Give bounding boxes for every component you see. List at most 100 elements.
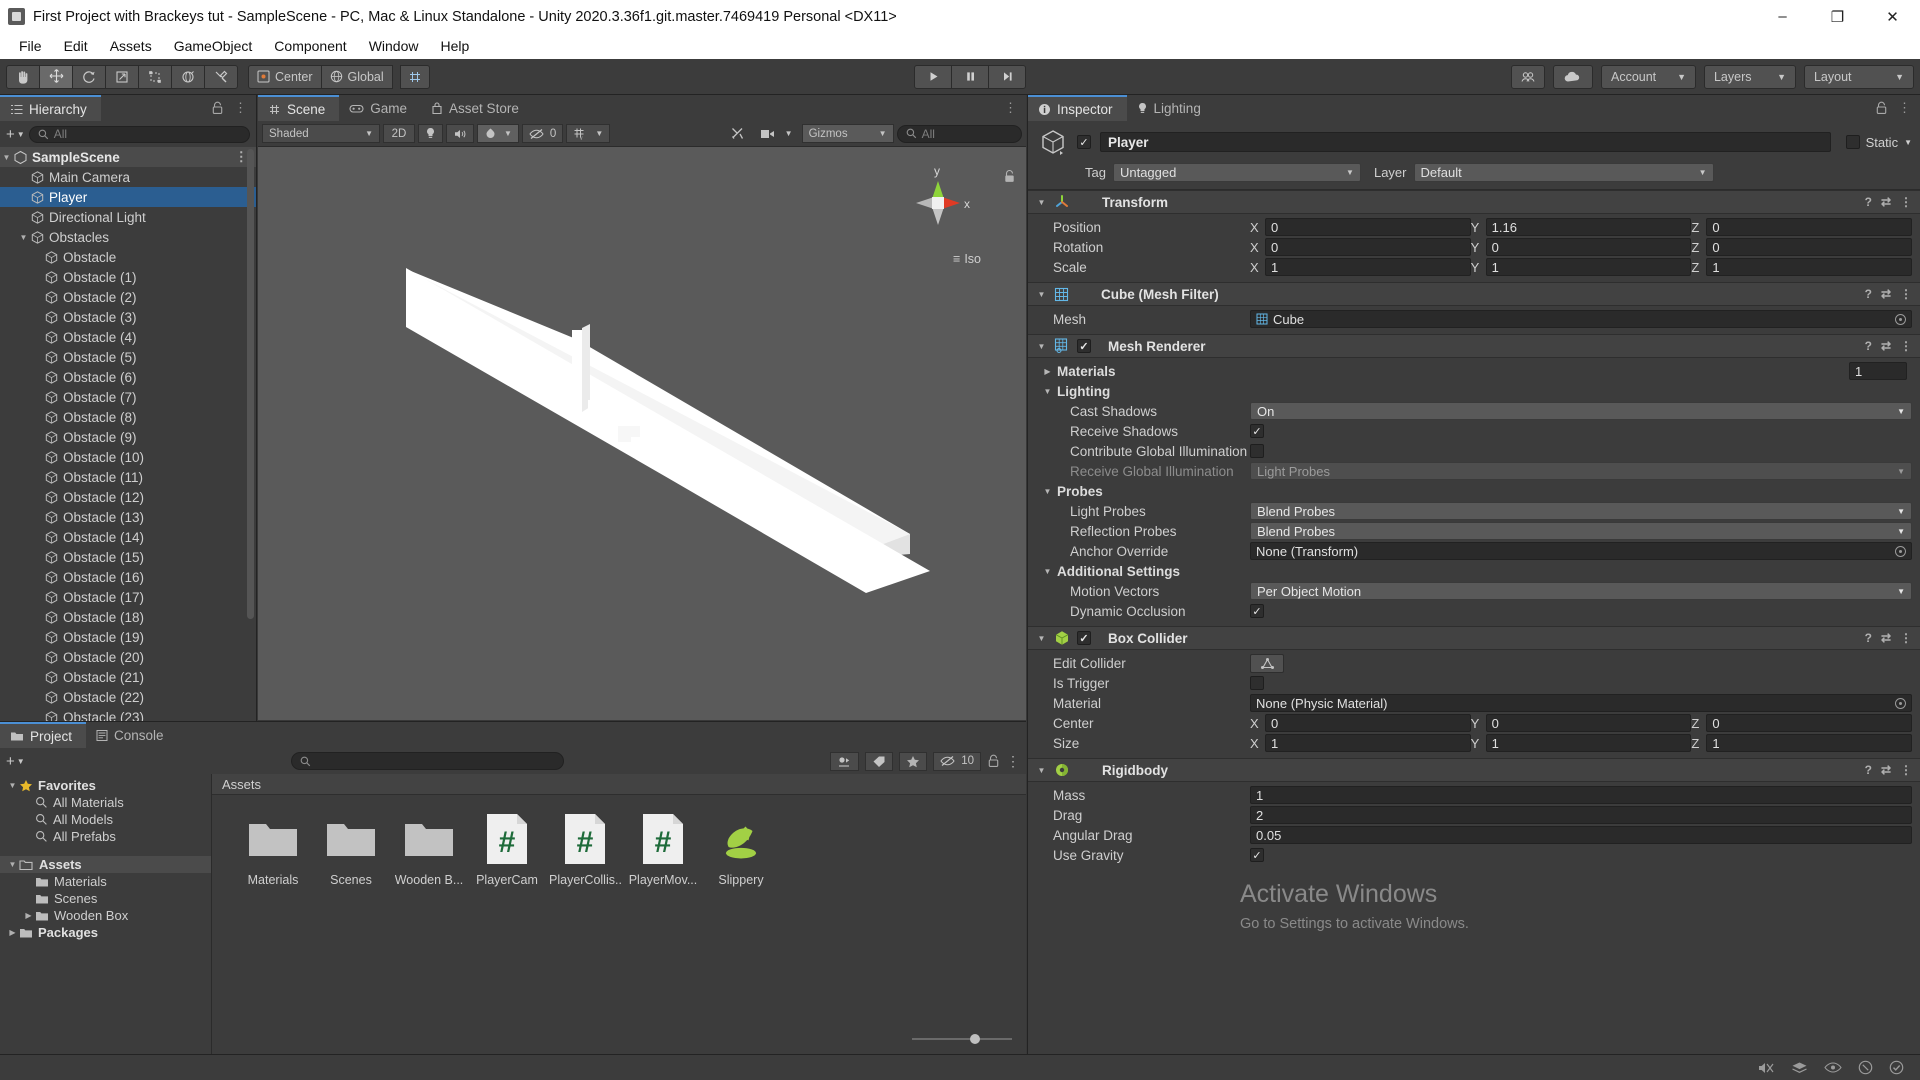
vector3-x-input[interactable]: 1	[1265, 258, 1471, 276]
scene-hidden-objects-icon[interactable]: 0	[522, 124, 563, 143]
hierarchy-item-obstacle-7[interactable]: Obstacle (7)	[0, 387, 256, 407]
project-tree-item-assets[interactable]: ▼Assets	[0, 856, 211, 873]
hierarchy-item-obstacle-21[interactable]: Obstacle (21)	[0, 667, 256, 687]
project-tree-item-favorites[interactable]: ▼Favorites	[0, 777, 211, 794]
motion-vectors-dropdown[interactable]: Per Object Motion▼	[1250, 582, 1912, 600]
minimize-button[interactable]: –	[1755, 0, 1810, 33]
collab-icon[interactable]	[1511, 65, 1545, 89]
hierarchy-item-player[interactable]: Player	[0, 187, 256, 207]
rotate-tool-icon[interactable]	[72, 65, 106, 89]
tab-hierarchy[interactable]: Hierarchy	[0, 95, 101, 121]
scene-audio-icon[interactable]	[446, 124, 474, 143]
component-header-cube-mesh-filter[interactable]: ▼Cube (Mesh Filter)?⇄⋮	[1028, 282, 1920, 306]
vector3-x[interactable]: X0	[1250, 218, 1471, 236]
hierarchy-item-directional-light[interactable]: Directional Light	[0, 207, 256, 227]
help-icon[interactable]: ?	[1865, 339, 1872, 353]
component-enabled-checkbox[interactable]: ✓	[1077, 631, 1091, 645]
project-search-input[interactable]	[291, 752, 564, 770]
chevron-right-icon[interactable]: ▶	[6, 928, 19, 937]
pivot-mode-button[interactable]: Center	[248, 65, 322, 89]
hierarchy-item-obstacle-18[interactable]: Obstacle (18)	[0, 607, 256, 627]
vector3-field[interactable]: X0Y0Z0	[1250, 714, 1912, 732]
mute-audio-icon[interactable]	[1757, 1061, 1775, 1075]
project-tree-item-wooden-box[interactable]: ▶Wooden Box	[0, 907, 211, 924]
tag-dropdown[interactable]: Untagged▼	[1113, 163, 1361, 182]
project-tree-item-materials[interactable]: Materials	[0, 873, 211, 890]
chevron-down-icon[interactable]: ▼	[17, 233, 30, 242]
project-asset-area[interactable]: Assets MaterialsScenesWooden B...#Player…	[212, 774, 1026, 1054]
scale-tool-icon[interactable]	[105, 65, 139, 89]
vector3-field[interactable]: X1Y1Z1	[1250, 734, 1912, 752]
kebab-menu-icon[interactable]: ⋮	[1900, 339, 1912, 353]
kebab-menu-icon[interactable]: ⋮	[1900, 763, 1912, 777]
vector3-field[interactable]: X0Y1.16Z0	[1250, 218, 1912, 236]
hierarchy-item-obstacle-4[interactable]: Obstacle (4)	[0, 327, 256, 347]
hierarchy-item-obstacle-5[interactable]: Obstacle (5)	[0, 347, 256, 367]
menu-item-file[interactable]: File	[8, 33, 53, 59]
hierarchy-item-obstacle-3[interactable]: Obstacle (3)	[0, 307, 256, 327]
kebab-menu-icon[interactable]: ⋮	[234, 100, 247, 116]
kebab-menu-icon[interactable]: ⋮	[1006, 753, 1020, 770]
edit-collider-button[interactable]	[1250, 654, 1284, 673]
asset-item[interactable]: Wooden B...	[390, 811, 468, 887]
materials-count-field[interactable]: 1	[1849, 362, 1907, 380]
tab-lighting[interactable]: Lighting	[1127, 95, 1215, 121]
play-button[interactable]	[914, 65, 952, 89]
component-header-mesh-renderer[interactable]: ▼✓Mesh Renderer?⇄⋮	[1028, 334, 1920, 358]
vector3-z[interactable]: Z0	[1691, 238, 1912, 256]
custom-tool-icon[interactable]	[204, 65, 238, 89]
favorites-icon[interactable]	[899, 752, 927, 771]
object-picker-icon[interactable]	[1895, 314, 1906, 325]
preset-icon[interactable]: ⇄	[1881, 339, 1891, 353]
grid-snap-icon[interactable]	[400, 65, 430, 89]
help-icon[interactable]: ?	[1865, 763, 1872, 777]
vector3-z-input[interactable]: 0	[1706, 238, 1912, 256]
reflection-probes-dropdown[interactable]: Blend Probes▼	[1250, 522, 1912, 540]
step-button[interactable]	[988, 65, 1026, 89]
project-tree-item-all-materials[interactable]: All Materials	[0, 794, 211, 811]
hierarchy-scene-row[interactable]: ▼ SampleScene ⋮	[0, 147, 256, 167]
asset-item[interactable]: #PlayerMov...	[624, 811, 702, 887]
hierarchy-item-obstacle-15[interactable]: Obstacle (15)	[0, 547, 256, 567]
tab-project[interactable]: Project	[0, 722, 86, 748]
gameobject-name-field[interactable]: Player	[1100, 132, 1831, 152]
asset-item[interactable]: Scenes	[312, 811, 390, 887]
hierarchy-item-obstacle-6[interactable]: Obstacle (6)	[0, 367, 256, 387]
vector3-y[interactable]: Y0	[1471, 238, 1692, 256]
tab-scene[interactable]: Scene	[258, 95, 339, 121]
transform-tool-icon[interactable]	[171, 65, 205, 89]
component-header-transform[interactable]: ▼Transform?⇄⋮	[1028, 190, 1920, 214]
menu-item-help[interactable]: Help	[429, 33, 480, 59]
chevron-down-icon[interactable]: ▼	[1042, 567, 1053, 576]
vector3-y-input[interactable]: 0	[1486, 714, 1692, 732]
light-probes-dropdown[interactable]: Blend Probes▼	[1250, 502, 1912, 520]
is-trigger-checkbox[interactable]	[1250, 676, 1264, 690]
kebab-menu-icon[interactable]: ⋮	[1004, 100, 1017, 116]
menu-item-edit[interactable]: Edit	[53, 33, 99, 59]
vector3-y-input[interactable]: 1	[1486, 734, 1692, 752]
component-enabled-checkbox[interactable]: ✓	[1077, 339, 1091, 353]
layers-dropdown[interactable]: Layers▼	[1704, 65, 1796, 89]
vector3-y-input[interactable]: 1	[1486, 258, 1692, 276]
cloud-icon[interactable]	[1553, 65, 1593, 89]
create-asset-button[interactable]: + ▼	[6, 753, 25, 770]
hierarchy-item-obstacle-2[interactable]: Obstacle (2)	[0, 287, 256, 307]
hierarchy-item-obstacle-14[interactable]: Obstacle (14)	[0, 527, 256, 547]
vector3-x[interactable]: X0	[1250, 714, 1471, 732]
chevron-right-icon[interactable]: ▶	[1042, 367, 1053, 376]
hierarchy-item-obstacle-19[interactable]: Obstacle (19)	[0, 627, 256, 647]
lock-icon[interactable]	[1875, 101, 1888, 115]
hierarchy-item-obstacle-8[interactable]: Obstacle (8)	[0, 407, 256, 427]
chevron-down-icon[interactable]: ▼	[1036, 766, 1047, 775]
draw-mode-dropdown[interactable]: Shaded▼	[262, 124, 380, 143]
chevron-down-icon[interactable]: ▼	[1042, 487, 1053, 496]
maximize-button[interactable]: ❐	[1810, 0, 1865, 33]
mesh-object-field[interactable]: Cube	[1250, 310, 1912, 328]
kebab-menu-icon[interactable]: ⋮	[1900, 195, 1912, 209]
pause-button[interactable]	[951, 65, 989, 89]
hierarchy-item-obstacle-10[interactable]: Obstacle (10)	[0, 447, 256, 467]
search-by-label-icon[interactable]	[865, 752, 893, 771]
chevron-down-icon[interactable]: ▼	[1036, 342, 1047, 351]
vector3-z[interactable]: Z1	[1691, 258, 1912, 276]
kebab-menu-icon[interactable]: ⋮	[1900, 631, 1912, 645]
